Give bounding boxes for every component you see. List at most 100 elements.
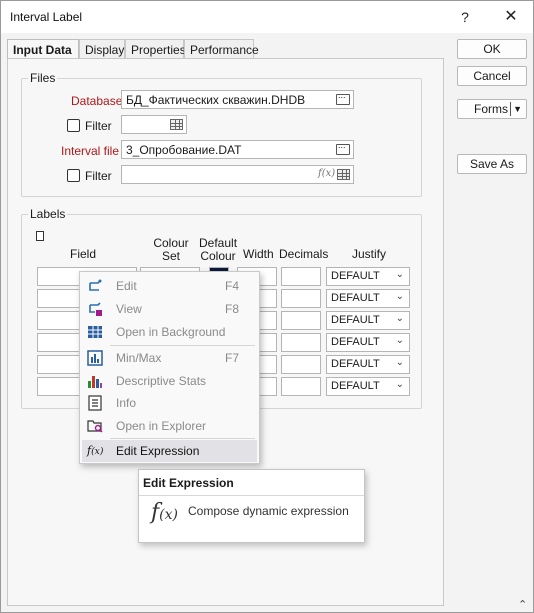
forms-separator xyxy=(510,102,511,116)
info-icon xyxy=(88,395,102,411)
forms-label: Forms xyxy=(474,102,508,116)
interval-label-dialog: Interval Label ? ✕ Input Data Display Pr… xyxy=(0,0,534,613)
database-filter-checkbox[interactable] xyxy=(67,119,80,132)
menu-item-info[interactable]: Info xyxy=(82,392,257,414)
menu-item-label: Open in Background xyxy=(116,325,226,339)
col-default-colour-line1: Default xyxy=(199,236,238,250)
decimals-cell[interactable] xyxy=(281,377,321,396)
tooltip-text: Compose dynamic expression xyxy=(188,504,349,518)
chevron-up-icon[interactable]: ⌃ xyxy=(518,598,527,611)
menu-item-shortcut: F7 xyxy=(225,351,240,365)
chevron-down-icon: ⌄ xyxy=(395,313,404,324)
files-group: Files Database БД_Фактических скважин.DH… xyxy=(21,71,422,197)
filter-grid-icon[interactable] xyxy=(170,119,183,130)
justify-value: DEFAULT xyxy=(331,380,380,392)
close-button[interactable]: ✕ xyxy=(499,6,523,28)
database-browse-icon[interactable] xyxy=(336,90,350,105)
justify-select[interactable]: DEFAULT ⌄ xyxy=(326,333,410,352)
menu-item-label: Descriptive Stats xyxy=(116,374,207,388)
stats-icon xyxy=(88,376,102,388)
menu-item-view[interactable]: View F8 xyxy=(82,298,257,320)
field-cell[interactable] xyxy=(37,377,82,396)
justify-select[interactable]: DEFAULT ⌄ xyxy=(326,289,410,308)
cancel-button[interactable]: Cancel xyxy=(457,66,527,86)
help-button[interactable]: ? xyxy=(453,6,477,28)
chevron-down-icon: ⌄ xyxy=(395,291,404,302)
view-icon xyxy=(89,302,102,316)
database-value: БД_Фактических скважин.DHDB xyxy=(126,93,306,107)
save-as-button[interactable]: Save As xyxy=(457,154,527,174)
edit-icon xyxy=(89,279,102,291)
interval-filter-checkbox[interactable] xyxy=(67,169,80,182)
justify-select[interactable]: DEFAULT ⌄ xyxy=(326,311,410,330)
menu-separator xyxy=(110,345,255,346)
tab-performance[interactable]: Performance xyxy=(184,39,259,59)
explorer-icon xyxy=(87,420,103,433)
justify-value: DEFAULT xyxy=(331,270,380,282)
menu-item-open-background[interactable]: Open in Background xyxy=(82,321,257,343)
database-input[interactable]: БД_Фактических скважин.DHDB xyxy=(121,90,354,109)
col-justify: Justify xyxy=(352,247,387,261)
decimals-cell[interactable] xyxy=(281,311,321,330)
decimals-cell[interactable] xyxy=(281,289,321,308)
files-group-title: Files xyxy=(28,71,58,85)
fx-icon[interactable]: f(x) xyxy=(318,168,335,179)
justify-value: DEFAULT xyxy=(331,292,380,304)
ok-button[interactable]: OK xyxy=(457,39,527,59)
tab-display[interactable]: Display xyxy=(79,39,125,59)
interval-file-value: 3_Опробование.DAT xyxy=(126,143,242,157)
tooltip: Edit Expression f(x) Compose dynamic exp… xyxy=(138,469,365,543)
menu-item-label: Min/Max xyxy=(116,351,162,365)
tab-input-data[interactable]: Input Data xyxy=(7,39,79,60)
menu-item-label: View xyxy=(116,302,142,316)
col-default-colour: Default Colour xyxy=(199,237,237,263)
interval-file-browse-icon[interactable] xyxy=(336,140,350,155)
database-label: Database xyxy=(71,94,123,108)
justify-value: DEFAULT xyxy=(331,358,380,370)
window-title: Interval Label xyxy=(10,10,83,24)
fx-icon: f(x) xyxy=(87,444,104,457)
justify-select[interactable]: DEFAULT ⌄ xyxy=(326,355,410,374)
col-decimals: Decimals xyxy=(279,247,329,261)
menu-item-descriptive-stats[interactable]: Descriptive Stats xyxy=(82,370,257,392)
menu-item-edit[interactable]: Edit F4 xyxy=(82,275,257,297)
chevron-down-icon: ⌄ xyxy=(395,269,404,280)
field-cell[interactable] xyxy=(37,289,82,308)
forms-button[interactable]: Forms ▼ xyxy=(457,99,527,119)
menu-item-minmax[interactable]: Min/Max F7 xyxy=(82,347,257,369)
menu-item-edit-expression[interactable]: f(x) Edit Expression xyxy=(82,440,257,462)
interval-file-input[interactable]: 3_Опробование.DAT xyxy=(121,140,354,159)
interval-filter-grid-icon[interactable] xyxy=(337,169,350,180)
interval-file-label: Interval file xyxy=(61,144,120,158)
justify-select[interactable]: DEFAULT ⌄ xyxy=(326,377,410,396)
interval-filter-label: Filter xyxy=(85,169,112,183)
col-default-colour-line2: Colour xyxy=(200,249,236,263)
decimals-cell[interactable] xyxy=(281,355,321,374)
field-cell[interactable] xyxy=(37,355,82,374)
menu-item-label: Edit Expression xyxy=(116,444,200,458)
new-document-icon[interactable] xyxy=(36,231,44,241)
tab-properties[interactable]: Properties xyxy=(125,39,186,59)
tooltip-title: Edit Expression xyxy=(143,476,234,490)
col-colour-set-line1: Colour xyxy=(153,236,189,250)
justify-select[interactable]: DEFAULT ⌄ xyxy=(326,267,410,286)
chevron-down-icon: ⌄ xyxy=(395,357,404,368)
field-cell[interactable] xyxy=(37,333,82,352)
context-menu: Edit F4 View F8 Open in Background Min/M… xyxy=(79,271,260,464)
chevron-down-icon: ⌄ xyxy=(395,379,404,390)
database-filter-label: Filter xyxy=(85,119,112,133)
menu-separator xyxy=(110,438,255,439)
menu-item-open-explorer[interactable]: Open in Explorer xyxy=(82,415,257,437)
col-width: Width xyxy=(243,247,274,261)
menu-item-shortcut: F4 xyxy=(225,279,240,293)
labels-group-title: Labels xyxy=(28,207,68,221)
field-cell[interactable] xyxy=(37,311,82,330)
col-field: Field xyxy=(70,247,97,261)
table-icon xyxy=(88,326,102,338)
chevron-down-icon: ⌄ xyxy=(395,335,404,346)
minmax-icon xyxy=(87,350,103,366)
decimals-cell[interactable] xyxy=(281,333,321,352)
justify-value: DEFAULT xyxy=(331,336,380,348)
decimals-cell[interactable] xyxy=(281,267,321,286)
forms-dropdown-icon[interactable]: ▼ xyxy=(513,100,522,118)
